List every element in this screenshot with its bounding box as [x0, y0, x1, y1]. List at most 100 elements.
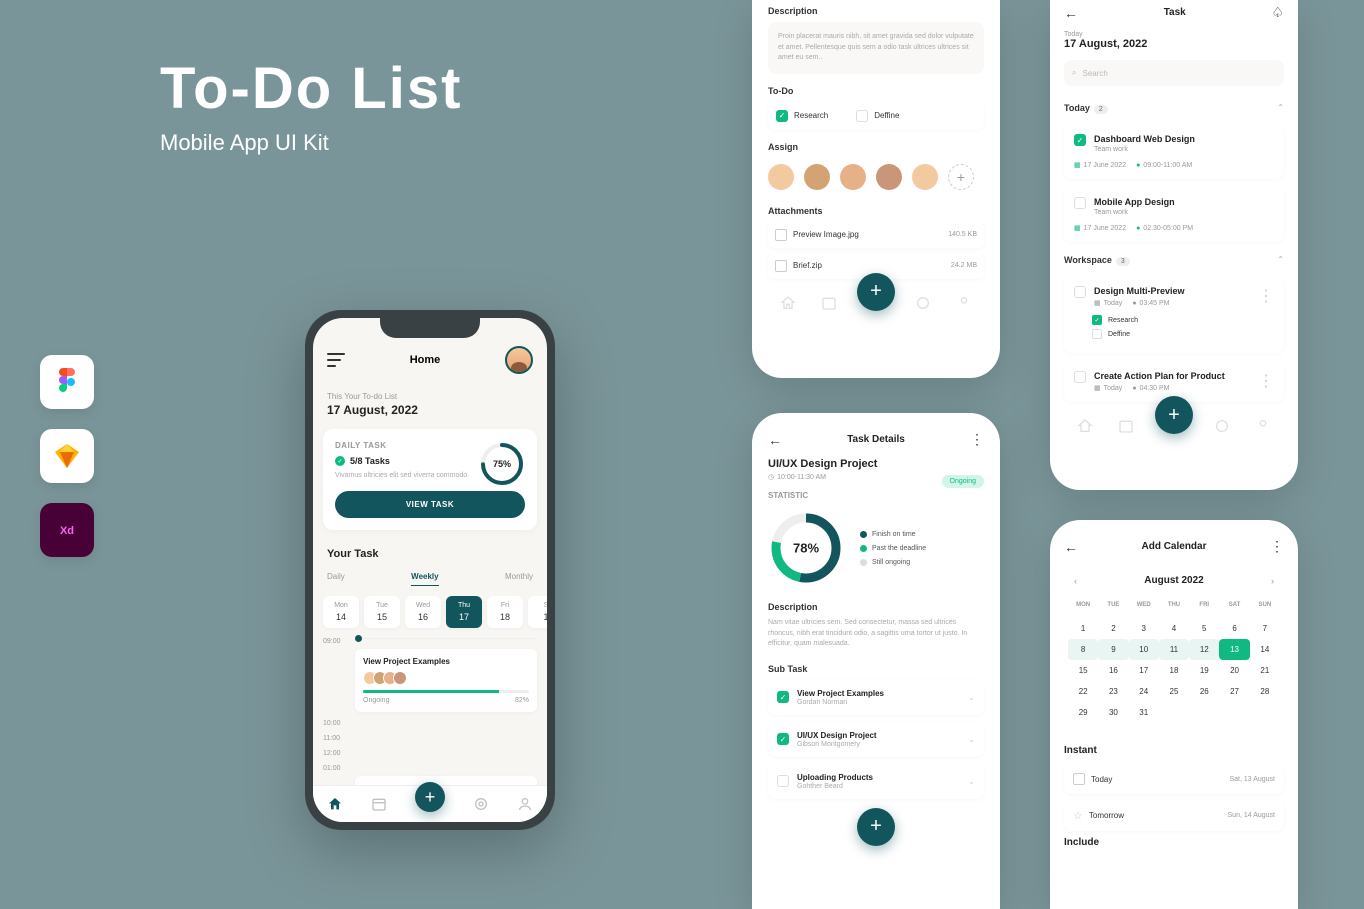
assignee-avatar[interactable]	[768, 164, 794, 190]
more-icon[interactable]: ⋮	[1258, 286, 1274, 306]
profile-icon[interactable]	[1255, 418, 1271, 434]
cal-day[interactable]: 18	[1159, 660, 1189, 681]
subtask-row[interactable]: ✓View Project ExamplesGordan Norman⌄	[768, 680, 984, 715]
event-card[interactable]: View Project Examples Ongoing82%	[355, 649, 537, 712]
cal-day[interactable]: 30	[1098, 702, 1128, 723]
cal-day[interactable]: 11	[1159, 639, 1189, 660]
subtask-row[interactable]: ✓UI/UX Design ProjectGibson Montgomery⌄	[768, 722, 984, 757]
more-icon[interactable]: ⋮	[1258, 371, 1274, 391]
cal-day[interactable]: 27	[1219, 681, 1249, 702]
assignee-avatar[interactable]	[912, 164, 938, 190]
calendar-icon[interactable]	[1118, 418, 1134, 434]
calendar-icon[interactable]	[821, 295, 837, 311]
assignee-avatar[interactable]	[804, 164, 830, 190]
cal-day[interactable]: 25	[1159, 681, 1189, 702]
search-input[interactable]: ⌕Search	[1064, 60, 1284, 86]
fab-add-button[interactable]: +	[857, 273, 895, 311]
attachment-row[interactable]: Preview Image.jpg140.5 KB	[768, 222, 984, 248]
cal-day[interactable]: 4	[1159, 618, 1189, 639]
next-month-icon[interactable]: ›	[1271, 576, 1274, 586]
task-card[interactable]: ✓Dashboard Web DesignTeam work ▦17 June …	[1064, 124, 1284, 179]
checkbox-checked-icon[interactable]: ✓	[777, 691, 789, 703]
cal-day[interactable]: 26	[1189, 681, 1219, 702]
day-chip[interactable]: S1	[528, 596, 547, 628]
add-assignee-button[interactable]: +	[948, 164, 974, 190]
back-icon[interactable]: ←	[1064, 5, 1078, 21]
todo-item[interactable]: ✓Research	[776, 110, 828, 122]
tab-daily[interactable]: Daily	[327, 568, 345, 586]
instant-today[interactable]: TodaySat, 13 August	[1064, 764, 1284, 794]
tab-monthly[interactable]: Monthly	[505, 568, 533, 586]
day-chip[interactable]: Mon14	[323, 596, 359, 628]
cal-day[interactable]: 2	[1098, 618, 1128, 639]
view-task-button[interactable]: VIEW TASK	[335, 491, 525, 518]
chevron-down-icon[interactable]: ⌄	[968, 735, 975, 744]
todo-item[interactable]: Deffine	[856, 110, 899, 122]
home-icon[interactable]	[1077, 418, 1093, 434]
checkbox-checked-icon[interactable]: ✓	[776, 110, 788, 122]
cal-day[interactable]: 8	[1068, 639, 1098, 660]
cal-day[interactable]: 7	[1250, 618, 1280, 639]
cal-day[interactable]: 14	[1250, 639, 1280, 660]
cal-day[interactable]: 31	[1129, 702, 1159, 723]
tab-weekly[interactable]: Weekly	[411, 568, 438, 586]
cal-day[interactable]: 6	[1219, 618, 1249, 639]
description-text[interactable]: Proin placerat mauris nibh, sit amet gra…	[768, 22, 984, 74]
task-card[interactable]: Mobile App DesignTeam work ▦17 June 2022…	[1064, 187, 1284, 242]
chevron-up-icon[interactable]: ⌃	[1277, 255, 1284, 264]
assignee-avatar[interactable]	[840, 164, 866, 190]
calendar-icon[interactable]	[371, 796, 387, 812]
cal-day[interactable]: 1	[1068, 618, 1098, 639]
day-chip[interactable]: Tue15	[364, 596, 400, 628]
avatar[interactable]	[505, 346, 533, 374]
back-icon[interactable]: ←	[1064, 539, 1078, 555]
day-chip[interactable]: Wed16	[405, 596, 441, 628]
menu-icon[interactable]	[327, 353, 345, 367]
fab-add-button[interactable]: +	[1155, 396, 1193, 434]
checkbox-empty-icon[interactable]	[1074, 197, 1086, 209]
workspace-task[interactable]: Design Multi-Preview▦Today●03:45 PM⋮ ✓Re…	[1064, 276, 1284, 353]
cal-day[interactable]: 12	[1189, 639, 1219, 660]
cal-day[interactable]: 23	[1098, 681, 1128, 702]
checkbox-empty-icon[interactable]	[1074, 286, 1086, 298]
more-icon[interactable]: ⋮	[1270, 538, 1284, 555]
cal-day[interactable]: 5	[1189, 618, 1219, 639]
checkbox-checked-icon[interactable]: ✓	[777, 733, 789, 745]
bell-icon[interactable]: ♤	[1271, 4, 1284, 21]
cal-day[interactable]: 15	[1068, 660, 1098, 681]
cal-day[interactable]: 29	[1068, 702, 1098, 723]
profile-icon[interactable]	[956, 295, 972, 311]
settings-icon[interactable]	[915, 295, 931, 311]
cal-day[interactable]: 17	[1129, 660, 1159, 681]
home-icon[interactable]	[780, 295, 796, 311]
cal-day[interactable]: 9	[1098, 639, 1128, 660]
cal-day[interactable]: 19	[1189, 660, 1219, 681]
checkbox-empty-icon[interactable]	[1074, 371, 1086, 383]
prev-month-icon[interactable]: ‹	[1074, 576, 1077, 586]
checkbox-checked-icon[interactable]: ✓	[1092, 315, 1102, 325]
subtask-row[interactable]: Uploading ProductsGohther Beard⌄	[768, 764, 984, 799]
checkbox-empty-icon[interactable]	[777, 775, 789, 787]
cal-day[interactable]: 22	[1068, 681, 1098, 702]
checkbox-empty-icon[interactable]	[856, 110, 868, 122]
assignee-avatar[interactable]	[876, 164, 902, 190]
profile-icon[interactable]	[517, 796, 533, 812]
checkbox-empty-icon[interactable]	[1092, 329, 1102, 339]
more-icon[interactable]: ⋮	[970, 431, 984, 448]
back-icon[interactable]: ←	[768, 432, 782, 448]
cal-day[interactable]: 10	[1129, 639, 1159, 660]
settings-icon[interactable]	[473, 796, 489, 812]
instant-tomorrow[interactable]: ☆TomorrowSun, 14 August	[1064, 800, 1284, 831]
chevron-down-icon[interactable]: ⌄	[968, 777, 975, 786]
fab-add-button[interactable]: +	[857, 808, 895, 846]
day-chip[interactable]: Fri18	[487, 596, 523, 628]
cal-day[interactable]: 24	[1129, 681, 1159, 702]
chevron-up-icon[interactable]: ⌃	[1277, 103, 1284, 112]
cal-day[interactable]: 16	[1098, 660, 1128, 681]
checkbox-checked-icon[interactable]: ✓	[1074, 134, 1086, 146]
cal-day[interactable]: 3	[1129, 618, 1159, 639]
cal-day[interactable]: 21	[1250, 660, 1280, 681]
day-chip-active[interactable]: Thu17	[446, 596, 482, 628]
home-icon[interactable]	[327, 796, 343, 812]
chevron-down-icon[interactable]: ⌄	[968, 693, 975, 702]
